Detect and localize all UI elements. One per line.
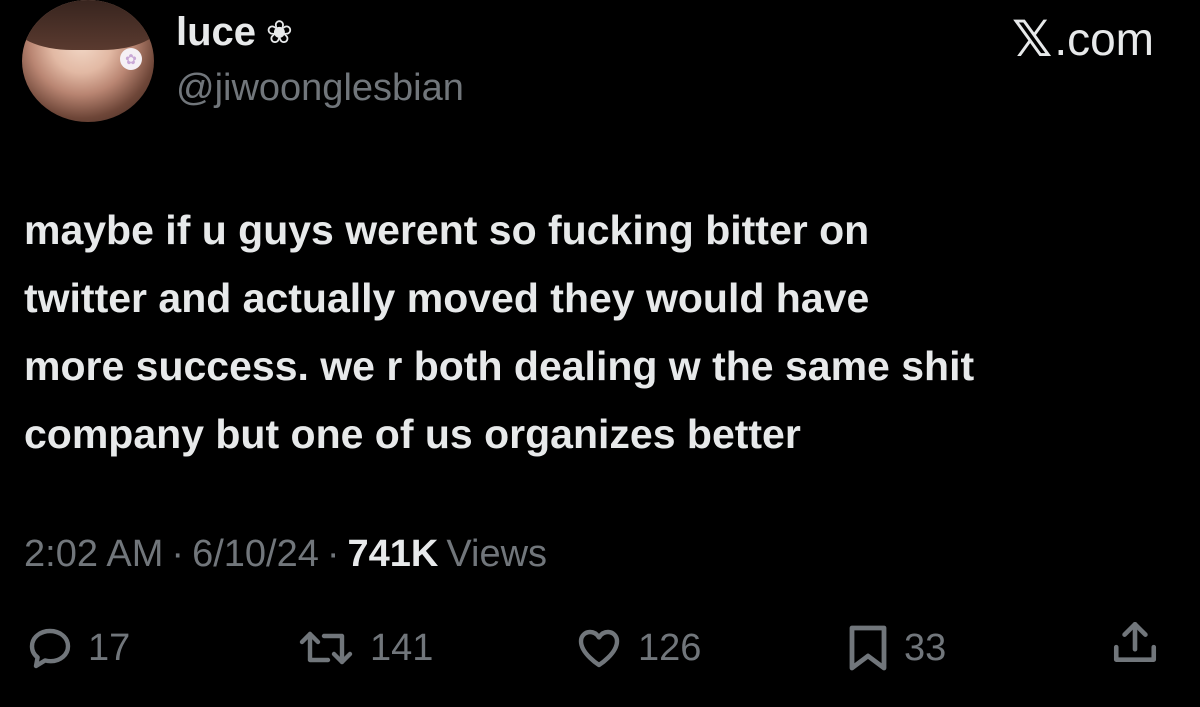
- action-bar: 17 141 126 33: [0, 618, 1200, 678]
- tweet-time[interactable]: 2:02 AM: [24, 532, 163, 576]
- meta-separator: ·: [326, 533, 340, 575]
- display-name[interactable]: luce: [176, 10, 256, 54]
- tweet-date[interactable]: 6/10/24: [192, 532, 319, 576]
- bookmark-button[interactable]: 33: [846, 618, 946, 678]
- views-label: Views: [446, 533, 548, 575]
- bookmark-count: 33: [904, 627, 947, 669]
- flower-icon: ✿: [120, 48, 142, 70]
- flower-emoji-icon: ❀: [266, 14, 293, 50]
- repost-button[interactable]: 141: [296, 618, 433, 678]
- share-icon: [1113, 621, 1157, 662]
- tweet-meta: 2:02 AM · 6/10/24 · 741K Views: [24, 532, 547, 576]
- name-row: luce ❀: [176, 10, 293, 54]
- avatar-hair: [22, 0, 154, 50]
- avatar[interactable]: ✿: [22, 0, 154, 122]
- meta-separator: ·: [171, 533, 185, 575]
- repost-icon: [299, 631, 353, 665]
- like-count: 126: [638, 627, 702, 669]
- tweet-text: maybe if u guys werent so fucking bitter…: [24, 207, 975, 457]
- reply-count: 17: [88, 627, 131, 669]
- like-button[interactable]: 126: [574, 618, 701, 678]
- repost-count: 141: [370, 627, 434, 669]
- heart-icon: [578, 629, 620, 668]
- bookmark-icon: [849, 625, 887, 671]
- views-count: 741K: [347, 533, 439, 575]
- x-com-logo: 𝕏 .com: [1012, 14, 1154, 64]
- user-handle[interactable]: @jiwoonglesbian: [176, 66, 464, 110]
- reply-button[interactable]: 17: [26, 618, 130, 678]
- reply-icon: [29, 628, 71, 669]
- x-domain-text: .com: [1054, 13, 1154, 65]
- x-logo-icon: 𝕏: [1012, 11, 1053, 67]
- share-button[interactable]: [1110, 618, 1160, 668]
